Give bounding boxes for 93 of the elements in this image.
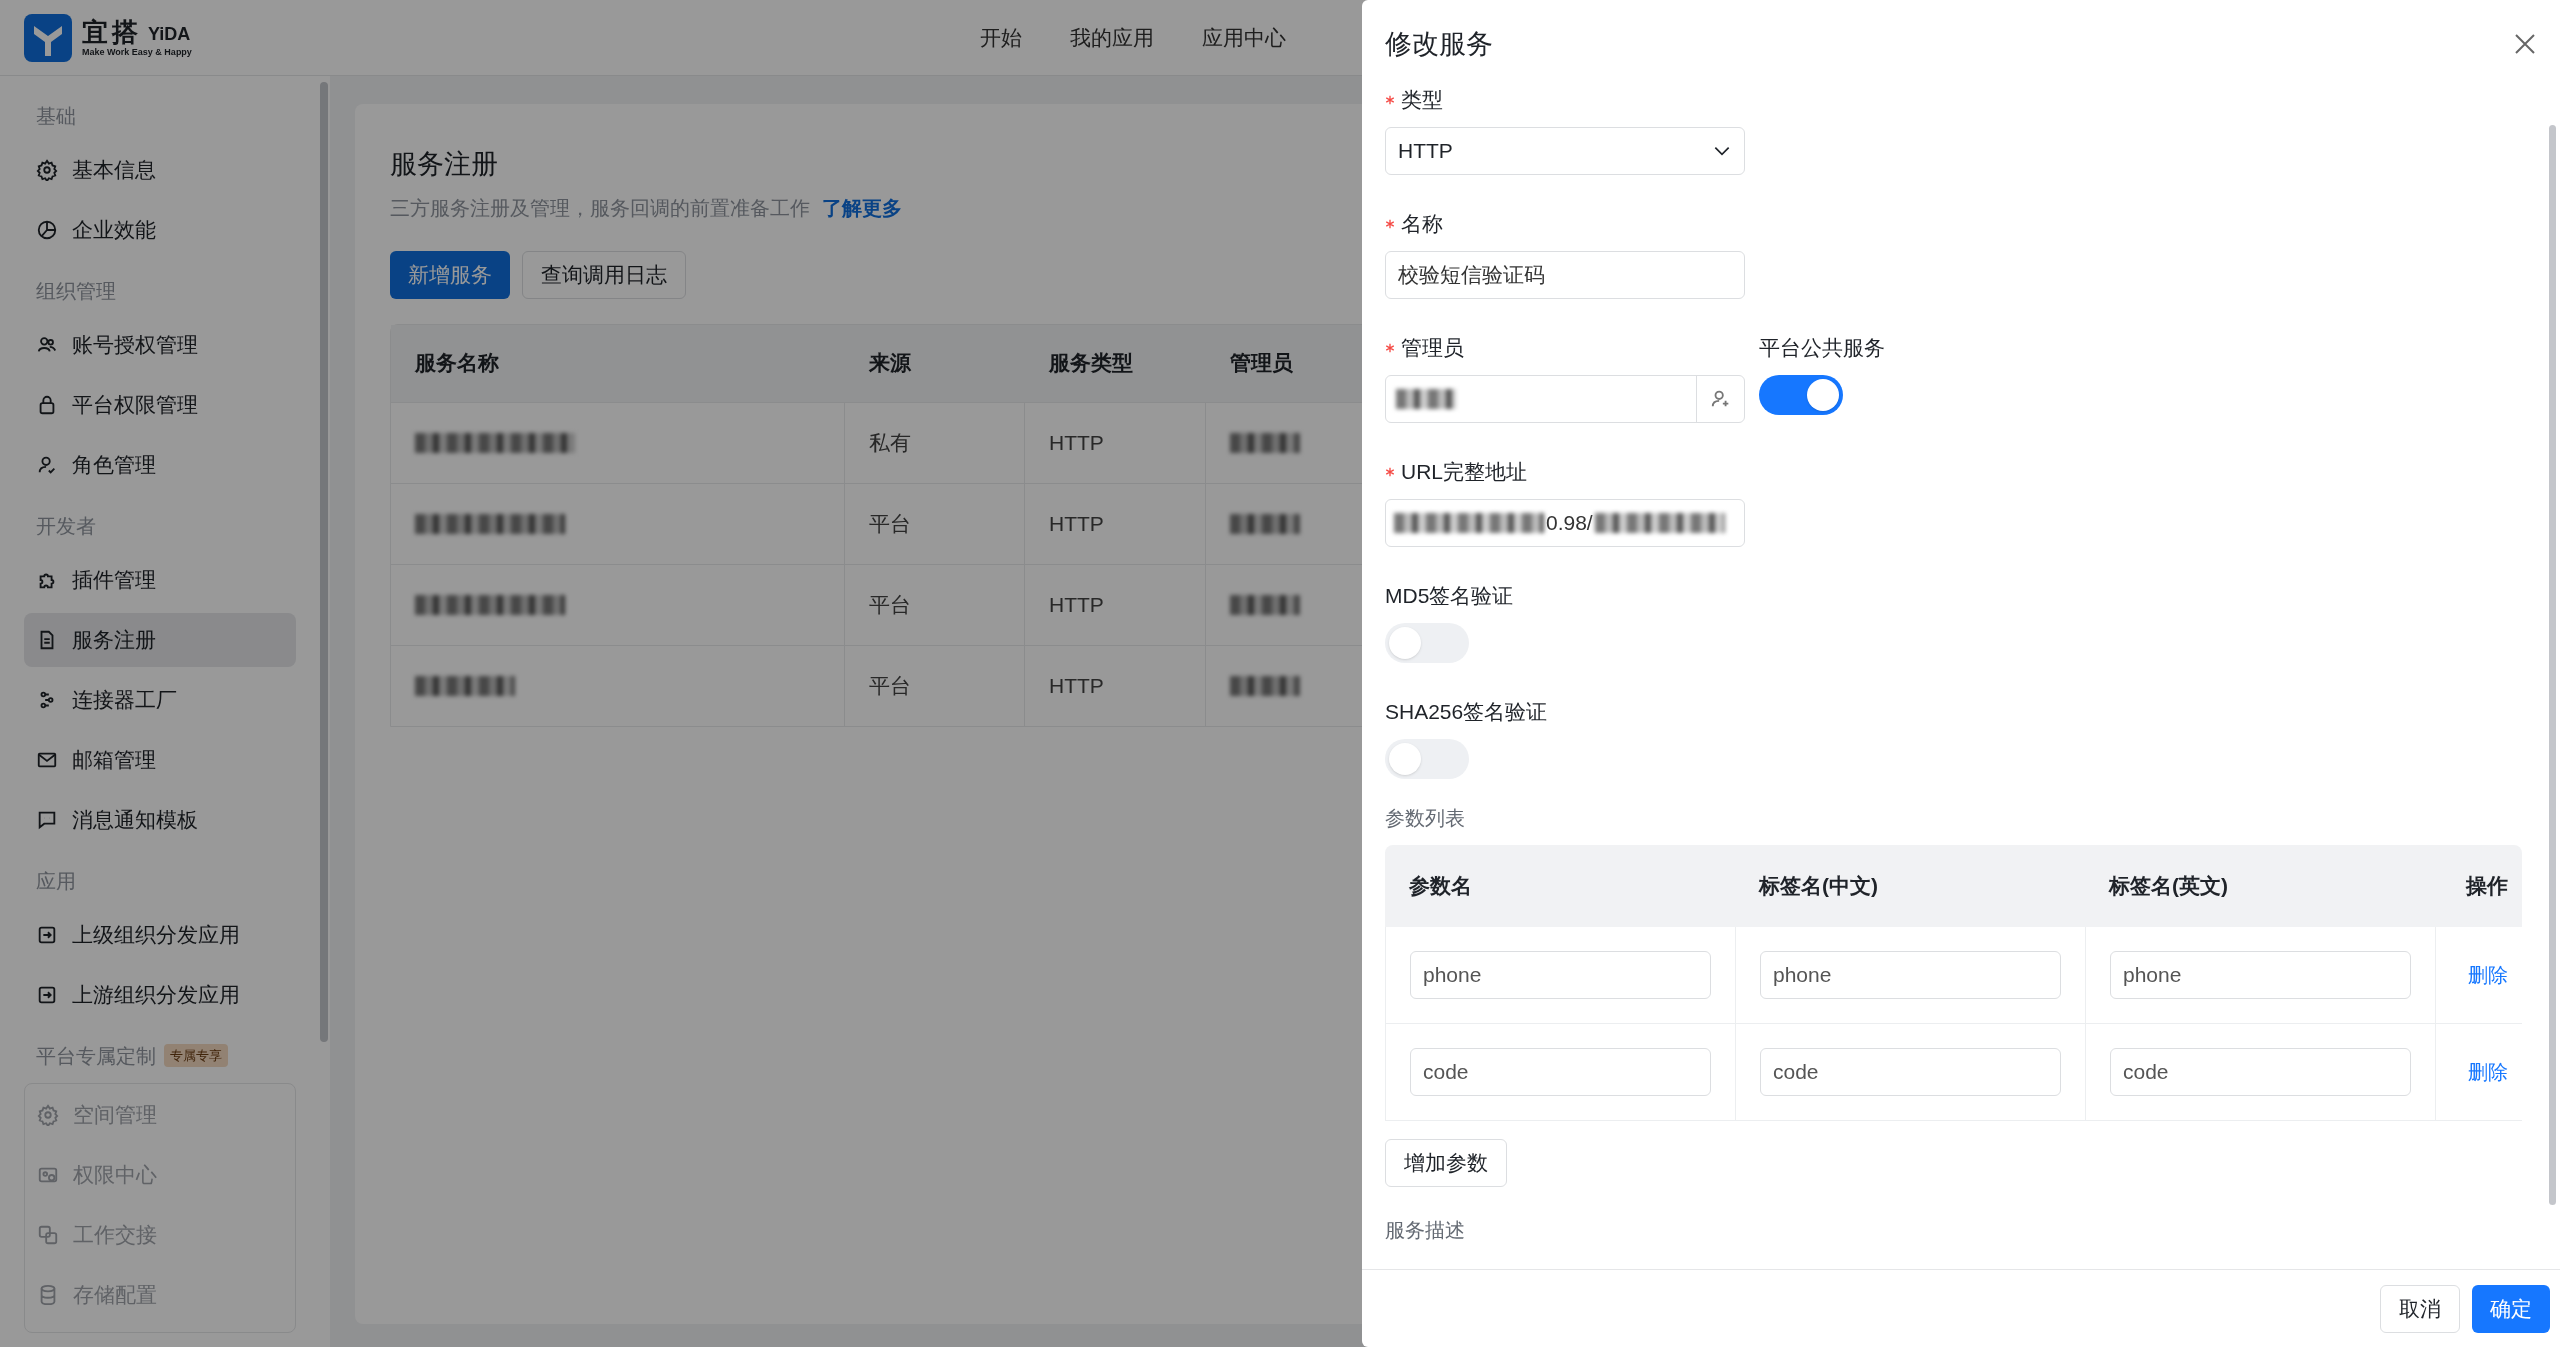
column-header: 参数名 — [1408, 872, 1473, 899]
input-field[interactable]: code — [1760, 1047, 2061, 1096]
input-field[interactable]: phone — [1410, 950, 1711, 999]
message-icon — [36, 809, 58, 831]
input-field[interactable]: code — [2110, 1047, 2411, 1096]
input-field[interactable]: 校验短信验证码 — [1385, 250, 1745, 299]
input-field[interactable]: phone — [1760, 950, 2061, 999]
cancel-button[interactable]: 取消 — [2380, 1284, 2460, 1333]
section-title: 开发者 — [36, 513, 96, 539]
primary-button[interactable]: 新增服务 — [390, 250, 510, 299]
sidebar-item[interactable]: 角色管理 — [24, 438, 296, 492]
sidebar-item[interactable]: 连接器工厂 — [24, 673, 296, 727]
secondary-button[interactable]: 查询调用日志 — [522, 250, 686, 299]
redacted-text — [1396, 388, 1456, 409]
column-header: 来源 — [868, 350, 912, 377]
sidebar-item[interactable]: 上级组织分发应用 — [24, 908, 296, 962]
sidebar-item[interactable]: 平台权限管理 — [24, 378, 296, 432]
redacted-text — [1230, 594, 1300, 615]
sidebar-item[interactable]: 邮箱管理 — [24, 733, 296, 787]
table-cell: 平台 — [845, 483, 1025, 564]
column-header: 服务名称 — [413, 350, 500, 377]
table-cell: HTTP — [1025, 402, 1206, 483]
select-field[interactable]: HTTP — [1385, 126, 1745, 175]
field-label: 名称 — [1401, 210, 1443, 237]
field-label: 参数列表 — [1385, 805, 1466, 831]
sidebar-item[interactable]: 企业效能 — [24, 203, 296, 257]
nav-link[interactable]: 我的应用 — [1070, 21, 1154, 54]
section-title: 应用 — [36, 868, 76, 894]
delete-link[interactable]: 删除 — [2468, 1056, 2508, 1087]
column-header: 操作 — [2464, 872, 2509, 899]
enter-icon — [36, 924, 58, 946]
column-header: 标签名(中文) — [1757, 872, 1879, 899]
toggle-switch[interactable] — [1759, 374, 1843, 415]
sidebar-item[interactable]: 账号授权管理 — [24, 318, 296, 372]
settings-icon — [36, 159, 58, 181]
logo-text: YiDA — [148, 24, 191, 43]
toggle-switch[interactable] — [1385, 622, 1469, 663]
logo-icon — [24, 13, 72, 62]
slogan: Make Work Easy & Happy — [82, 47, 192, 57]
nav-link[interactable]: 开始 — [980, 21, 1022, 54]
table-cell: HTTP — [1025, 564, 1206, 645]
sidebar-item[interactable]: 上游组织分发应用 — [24, 968, 296, 1022]
drawer-title: 修改服务 — [1385, 28, 1493, 61]
required-mark-icon — [1385, 218, 1395, 229]
table-cell: HTTP — [1025, 645, 1206, 726]
field-label: URL完整地址 — [1401, 458, 1527, 485]
required-mark-icon — [1385, 466, 1395, 477]
url-input-field[interactable]: 0.98/ — [1385, 498, 1745, 547]
field-label: SHA256签名验证 — [1385, 698, 1548, 725]
redacted-text — [1230, 513, 1300, 534]
add-parameter-button[interactable]: 增加参数 — [1385, 1138, 1507, 1187]
logo-text: 宜搭 — [82, 18, 142, 45]
user-picker-field[interactable] — [1385, 374, 1745, 423]
field-label: MD5签名验证 — [1385, 582, 1514, 609]
required-mark-icon — [1385, 342, 1395, 353]
confirm-button[interactable]: 确定 — [2472, 1284, 2550, 1333]
field-label: 服务描述 — [1385, 1217, 1466, 1243]
table-cell: 私有 — [845, 402, 1025, 483]
pie-chart-icon — [36, 219, 58, 241]
copy-icon — [37, 1224, 59, 1246]
section-title: 基础 — [36, 103, 76, 129]
table-cell: 平台 — [845, 564, 1025, 645]
column-header: 标签名(英文) — [2107, 872, 2229, 899]
field-label: 管理员 — [1401, 334, 1464, 361]
sidebar-item[interactable]: 基本信息 — [24, 143, 296, 197]
sidebar-item[interactable]: 插件管理 — [24, 553, 296, 607]
field-label: 类型 — [1401, 86, 1443, 113]
sidebar-item[interactable]: 服务注册 — [24, 613, 296, 667]
page-description: 三方服务注册及管理，服务回调的前置准备工作 — [390, 195, 810, 221]
toggle-switch[interactable] — [1385, 738, 1469, 779]
field-label: 平台公共服务 — [1759, 334, 1885, 361]
table-cell: 平台 — [845, 645, 1025, 726]
delete-link[interactable]: 删除 — [2468, 959, 2508, 990]
user-check-icon — [36, 454, 58, 476]
settings-icon — [37, 1104, 59, 1126]
required-mark-icon — [1385, 94, 1395, 105]
input-field[interactable]: code — [1410, 1047, 1711, 1096]
column-header: 服务类型 — [1047, 350, 1134, 377]
scrollbar[interactable] — [2549, 124, 2556, 1205]
close-icon[interactable] — [2514, 33, 2536, 56]
table-cell: HTTP — [1025, 483, 1206, 564]
section-title: 组织管理 — [36, 278, 116, 304]
input-field[interactable]: phone — [2110, 950, 2411, 999]
scrollbar[interactable] — [320, 82, 328, 1042]
column-header: 管理员 — [1229, 350, 1294, 377]
enter-icon — [36, 984, 58, 1006]
nav-link[interactable]: 应用中心 — [1202, 21, 1286, 54]
section-title: 平台专属定制 — [36, 1043, 156, 1069]
sidebar-item[interactable]: 消息通知模板 — [24, 793, 296, 847]
learn-more-link[interactable]: 了解更多 — [822, 192, 902, 223]
badge: 专属专享 — [164, 1043, 228, 1068]
redacted-text — [1230, 432, 1300, 453]
redacted-text — [1230, 675, 1300, 696]
